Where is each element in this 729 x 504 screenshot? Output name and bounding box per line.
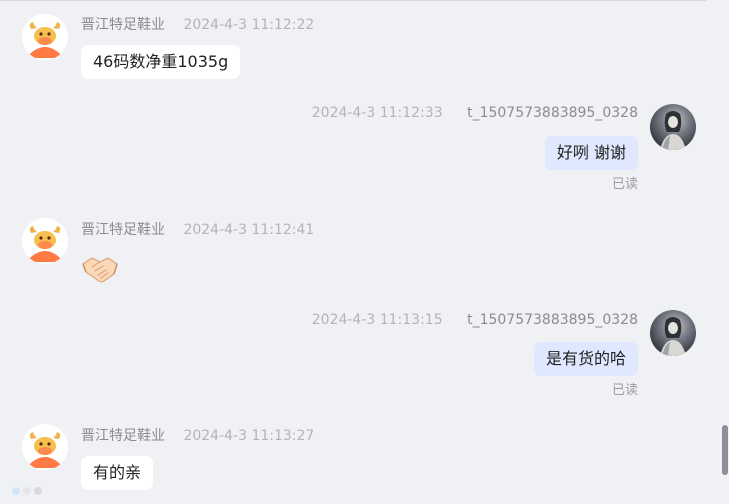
read-status: 已读 <box>611 383 638 398</box>
bull-mascot-icon <box>22 218 68 264</box>
divider <box>0 0 706 1</box>
shop-avatar[interactable] <box>22 218 68 264</box>
user-photo-icon <box>660 111 686 150</box>
loading-indicator <box>12 487 42 495</box>
message-bubble[interactable]: 46码数净重1035g <box>81 45 241 79</box>
bull-mascot-icon <box>22 424 68 470</box>
scrollbar-thumb[interactable] <box>722 425 728 475</box>
message-bubble[interactable]: 是有货的哈 <box>533 342 638 376</box>
handshake-emoji[interactable] <box>81 252 119 288</box>
message-meta: 2024-4-3 11:13:15 t_1507573883895_0328 <box>312 312 638 328</box>
loading-dot <box>23 487 31 495</box>
message-meta: 2024-4-3 11:12:33 t_1507573883895_0328 <box>312 105 638 121</box>
message-time: 2024-4-3 11:12:22 <box>183 17 315 33</box>
user-photo-icon <box>660 317 686 356</box>
message-bubble[interactable]: 有的亲 <box>81 456 154 490</box>
bull-mascot-icon <box>22 14 68 60</box>
user-avatar[interactable] <box>650 104 696 150</box>
message-bubble[interactable]: 好咧 谢谢 <box>544 136 638 170</box>
sender-name: t_1507573883895_0328 <box>467 105 638 121</box>
message-time: 2024-4-3 11:13:27 <box>183 428 315 444</box>
loading-dot <box>34 487 42 495</box>
message-time: 2024-4-3 11:13:15 <box>311 312 443 328</box>
message-meta: 晋江特足鞋业 2024-4-3 11:12:22 <box>81 14 314 34</box>
handshake-icon <box>82 257 118 283</box>
message-meta: 晋江特足鞋业 2024-4-3 11:13:27 <box>81 425 314 445</box>
user-avatar[interactable] <box>650 310 696 356</box>
message-time: 2024-4-3 11:12:41 <box>183 222 315 238</box>
shop-avatar[interactable] <box>22 424 68 470</box>
message-time: 2024-4-3 11:12:33 <box>311 105 443 121</box>
sender-name: t_1507573883895_0328 <box>467 312 638 328</box>
loading-dot <box>12 487 20 495</box>
sender-name: 晋江特足鞋业 <box>81 17 165 33</box>
message-meta: 晋江特足鞋业 2024-4-3 11:12:41 <box>81 219 314 239</box>
sender-name: 晋江特足鞋业 <box>81 222 165 238</box>
sender-name: 晋江特足鞋业 <box>81 428 165 444</box>
read-status: 已读 <box>611 177 638 192</box>
chat-window: 晋江特足鞋业 2024-4-3 11:12:22 46码数净重1035g 202… <box>0 0 729 504</box>
shop-avatar[interactable] <box>22 14 68 60</box>
